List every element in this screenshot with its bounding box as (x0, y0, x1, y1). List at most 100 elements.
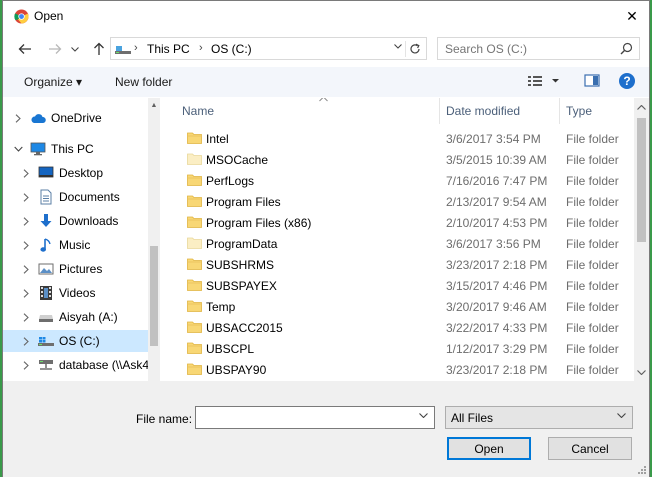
file-date-cell: 2/13/2017 9:54 AM (446, 195, 547, 209)
chevron-right-icon[interactable] (21, 168, 31, 178)
search-box[interactable] (437, 37, 640, 60)
list-scrollbar[interactable] (634, 98, 649, 381)
nav-item-documents[interactable]: Documents (3, 186, 148, 208)
nav-item-label: OS (C:) (59, 334, 100, 348)
file-name-cell: UBSACC2015 (206, 321, 283, 335)
organize-menu[interactable]: Organize ▾ (24, 75, 82, 89)
chevron-right-icon[interactable] (21, 240, 31, 250)
downloads-icon (38, 213, 54, 229)
computer-icon (30, 141, 46, 157)
folder-hidden-icon (187, 236, 202, 252)
chevron-down-icon[interactable] (13, 144, 23, 154)
file-name-cell: Intel (206, 132, 229, 146)
file-name-cell: UBSPAY90 (206, 363, 267, 377)
file-row[interactable]: SUBSHRMS 3/23/2017 2:18 PM File folder (182, 254, 634, 275)
nav-scrollbar[interactable]: ▲ (148, 98, 160, 381)
file-name-cell: ProgramData (206, 237, 278, 251)
chevron-right-icon[interactable] (21, 216, 31, 226)
file-row[interactable]: Intel 3/6/2017 3:54 PM File folder (182, 128, 634, 149)
file-row[interactable]: Temp 3/20/2017 9:46 AM File folder (182, 296, 634, 317)
file-row[interactable]: MSOCache 3/5/2015 10:39 AM File folder (182, 149, 634, 170)
file-name-combobox[interactable] (195, 406, 435, 429)
cancel-button[interactable]: Cancel (548, 437, 632, 460)
nav-item-onedrive[interactable]: OneDrive (3, 107, 148, 129)
scroll-down-icon[interactable] (637, 368, 646, 377)
nav-item-this-pc[interactable]: This PC (3, 138, 148, 160)
search-input[interactable] (445, 38, 615, 59)
nav-item-pictures[interactable]: Pictures (3, 258, 148, 280)
chevron-right-icon[interactable] (13, 113, 23, 123)
nav-item-label: Pictures (59, 262, 103, 276)
view-options-button[interactable] (527, 72, 561, 93)
scroll-up-icon[interactable] (637, 103, 646, 112)
chevron-down-icon[interactable] (394, 44, 402, 49)
dialog-footer: File name: All Files Open Cancel (3, 381, 649, 477)
nav-item-videos[interactable]: Videos (3, 282, 148, 304)
forward-button[interactable] (45, 39, 65, 59)
column-name-label: Name (182, 104, 215, 118)
column-divider[interactable] (559, 98, 560, 124)
back-button[interactable] (15, 39, 35, 59)
chevron-right-icon[interactable] (21, 288, 31, 298)
search-icon (620, 42, 633, 55)
nav-item-music[interactable]: Music (3, 234, 148, 256)
folder-icon (187, 257, 202, 273)
arrow-left-icon (18, 44, 31, 54)
refresh-icon (409, 43, 420, 54)
breadcrumb-os-c[interactable]: OS (C:) (211, 42, 252, 56)
refresh-button[interactable] (405, 41, 423, 57)
file-type-cell: File folder (566, 321, 619, 335)
file-row[interactable]: UBSACC2015 3/22/2017 4:33 PM File folder (182, 317, 634, 338)
nav-item-desktop[interactable]: Desktop (3, 162, 148, 184)
close-button[interactable]: ✕ (619, 5, 645, 27)
new-folder-button[interactable]: New folder (115, 75, 172, 89)
address-bar[interactable]: › This PC › OS (C:) (110, 37, 427, 60)
chevron-right-icon[interactable] (21, 336, 31, 346)
file-row[interactable]: Program Files 2/13/2017 9:54 AM File folde… (182, 191, 634, 212)
up-button[interactable] (89, 39, 109, 59)
nav-item-aisyah-a[interactable]: Aisyah (A:) (3, 306, 148, 328)
breadcrumb-this-pc[interactable]: This PC (147, 42, 190, 56)
file-type-select[interactable]: All Files (445, 406, 633, 429)
windows-drive-icon (38, 333, 54, 349)
nav-item-database-ask4[interactable]: database (\\Ask4 (3, 354, 149, 376)
file-row[interactable]: UBSCPL 1/12/2017 3:29 PM File folder (182, 338, 634, 359)
chevron-down-icon (71, 46, 79, 52)
column-header-type[interactable]: Type (566, 98, 626, 124)
nav-item-label: This PC (51, 142, 94, 156)
nav-item-downloads[interactable]: Downloads (3, 210, 148, 232)
file-type-value: All Files (451, 411, 494, 425)
file-row[interactable]: SUBSPAYEX 3/15/2017 4:46 PM File folder (182, 275, 634, 296)
recent-locations-button[interactable] (69, 39, 81, 59)
chevron-right-icon[interactable] (21, 312, 31, 322)
nav-scroll-thumb[interactable] (150, 246, 158, 346)
file-row[interactable]: UBSPAY90 3/23/2017 2:18 PM File folder (182, 359, 634, 380)
file-type-cell: File folder (566, 342, 619, 356)
pictures-icon (38, 261, 54, 277)
preview-pane-button[interactable] (583, 72, 601, 93)
list-scroll-thumb[interactable] (637, 118, 646, 242)
file-name-input[interactable] (199, 407, 409, 428)
chevron-down-icon[interactable] (419, 413, 428, 418)
chevron-right-icon[interactable] (21, 192, 31, 202)
folder-icon (187, 173, 202, 189)
column-header-name[interactable]: Name (182, 98, 438, 124)
folder-icon (187, 320, 202, 336)
open-button[interactable]: Open (447, 437, 531, 460)
chevron-right-icon[interactable] (21, 360, 31, 370)
chevron-right-icon[interactable] (21, 264, 31, 274)
file-row[interactable]: PerfLogs 7/16/2016 7:47 PM File folder (182, 170, 634, 191)
file-row[interactable]: Program Files (x86) 2/10/2017 4:53 PM File… (182, 212, 634, 233)
documents-icon (38, 189, 54, 205)
window-title: Open (34, 9, 64, 23)
nav-item-os-c[interactable]: OS (C:) (3, 330, 148, 352)
nav-item-label: Aisyah (A:) (59, 310, 118, 324)
column-header-date[interactable]: Date modified (446, 98, 558, 124)
resize-grip-icon[interactable] (637, 465, 647, 475)
close-icon: ✕ (626, 7, 638, 24)
sort-ascending-icon (319, 98, 328, 102)
file-row[interactable]: ProgramData 3/6/2017 3:56 PM File folder (182, 233, 634, 254)
column-divider[interactable] (439, 98, 440, 124)
scroll-up-icon[interactable]: ▲ (150, 101, 158, 109)
help-button[interactable]: ? (618, 72, 636, 93)
